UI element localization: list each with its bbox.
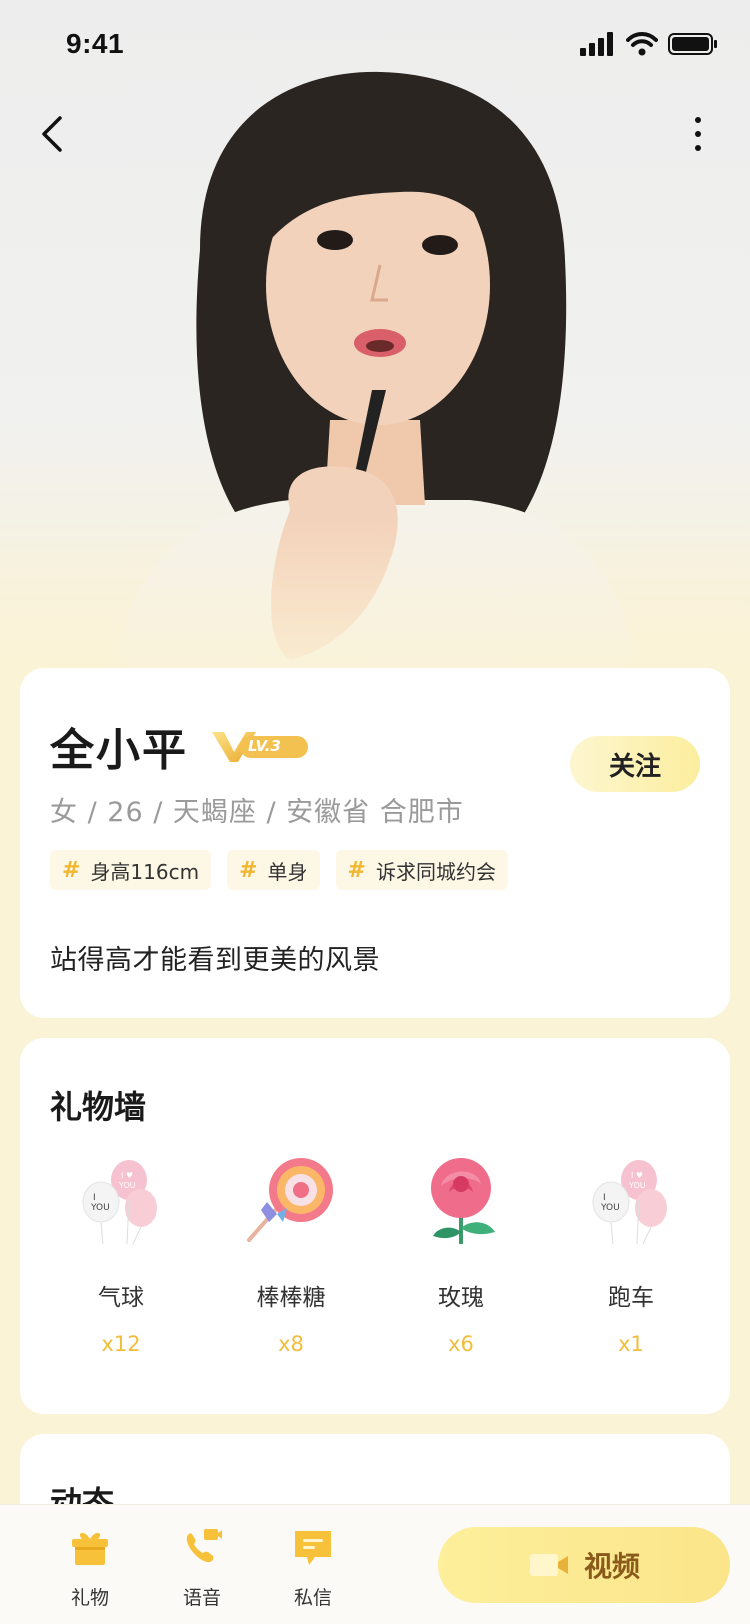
- gift-item[interactable]: 玫瑰 x6: [376, 1148, 546, 1356]
- tab-label: 私信: [293, 1587, 332, 1609]
- gift-item[interactable]: I YOU I ♥ YOU 气球 x12: [36, 1148, 206, 1356]
- more-button[interactable]: [676, 108, 720, 160]
- hash-icon: #: [347, 857, 366, 883]
- profile-photo: [0, 0, 750, 700]
- balloon-icon: I YOU I ♥ YOU: [82, 1160, 157, 1245]
- gift-list: I YOU I ♥ YOU 气球 x12 棒棒糖 x8 玫瑰 x6 I YOU …: [20, 1148, 730, 1356]
- gift-name: 跑车: [608, 1285, 654, 1311]
- message-icon: [295, 1531, 331, 1565]
- gift-tab[interactable]: 礼物: [55, 1525, 125, 1610]
- video-camera-icon: [529, 1554, 568, 1576]
- tag-goal: # 诉求同城约会: [335, 850, 508, 890]
- gift-name: 棒棒糖: [256, 1285, 326, 1311]
- tag-list: # 身高116cm # 单身 # 诉求同城约会: [50, 850, 508, 890]
- svg-text:I: I: [93, 1193, 96, 1203]
- gift-count: x8: [278, 1332, 304, 1356]
- lollipop-icon: [247, 1158, 333, 1242]
- vip-level: LV.3: [248, 737, 281, 755]
- hash-icon: #: [239, 857, 258, 883]
- gift-item[interactable]: 棒棒糖 x8: [206, 1148, 376, 1356]
- profile-info: 女 / 26 / 天蝎座 / 安徽省 合肥市: [50, 797, 464, 828]
- svg-text:I ♥: I ♥: [631, 1171, 643, 1180]
- battery-icon: [668, 33, 717, 55]
- chevron-left-icon: [42, 116, 62, 152]
- svg-text:YOU: YOU: [600, 1203, 620, 1213]
- tab-label: 语音: [182, 1587, 221, 1609]
- svg-text:YOU: YOU: [118, 1181, 136, 1190]
- follow-button[interactable]: 关注: [570, 736, 700, 792]
- profile-bio: 站得高才能看到更美的风景: [50, 945, 380, 976]
- status-bar: 9:41: [0, 0, 750, 88]
- tag-label: 诉求同城约会: [375, 859, 496, 884]
- message-tab[interactable]: 私信: [278, 1525, 348, 1610]
- gift-count: x6: [448, 1332, 474, 1356]
- dot-icon: [695, 131, 701, 137]
- gift-wall-card: 礼物墙 I YOU I ♥ YOU 气球 x12 棒棒糖 x8 玫瑰 x6 I …: [20, 1038, 730, 1414]
- svg-text:I ♥: I ♥: [121, 1171, 133, 1180]
- gift-icon: [72, 1532, 108, 1565]
- svg-text:I: I: [603, 1193, 606, 1203]
- gift-name: 气球: [98, 1285, 144, 1311]
- vip-badge: LV.3: [210, 728, 343, 764]
- voice-tab[interactable]: 语音: [167, 1525, 237, 1610]
- wifi-icon: [626, 32, 658, 56]
- video-call-button[interactable]: 视频: [438, 1527, 730, 1603]
- bottom-action-bar: 礼物 语音 私信 视频: [0, 1504, 750, 1624]
- gift-count: x1: [618, 1332, 644, 1356]
- hash-icon: #: [62, 857, 81, 883]
- tab-label: 礼物: [70, 1587, 109, 1609]
- profile-card: 全小平 LV.3 关注 女 / 26 / 天蝎座 / 安徽省 合肥市 # 身高1…: [20, 668, 730, 1018]
- gift-count: x12: [101, 1332, 141, 1356]
- tag-height: # 身高116cm: [50, 850, 212, 890]
- rose-icon: [431, 1158, 495, 1244]
- dot-icon: [695, 117, 701, 123]
- profile-name: 全小平: [50, 725, 188, 776]
- tag-status: # 单身: [227, 850, 320, 890]
- tag-label: 单身: [267, 859, 308, 884]
- name-row: 全小平 LV.3: [50, 714, 343, 778]
- dot-icon: [695, 145, 701, 151]
- balloon-icon: I YOU I ♥ YOU: [592, 1160, 667, 1245]
- phone-icon: [186, 1529, 222, 1563]
- status-icons: [580, 32, 718, 56]
- video-button-label: 视频: [583, 1550, 640, 1583]
- gift-item[interactable]: I YOU I ♥ YOU 跑车 x1: [546, 1148, 716, 1356]
- svg-text:YOU: YOU: [628, 1181, 646, 1190]
- tag-label: 身高116cm: [90, 859, 200, 884]
- signal-icon: [580, 32, 613, 56]
- svg-text:YOU: YOU: [90, 1203, 110, 1213]
- back-button[interactable]: [30, 108, 74, 160]
- gift-wall-title: 礼物墙: [50, 1088, 147, 1126]
- status-time: 9:41: [66, 28, 125, 59]
- gift-name: 玫瑰: [438, 1285, 484, 1311]
